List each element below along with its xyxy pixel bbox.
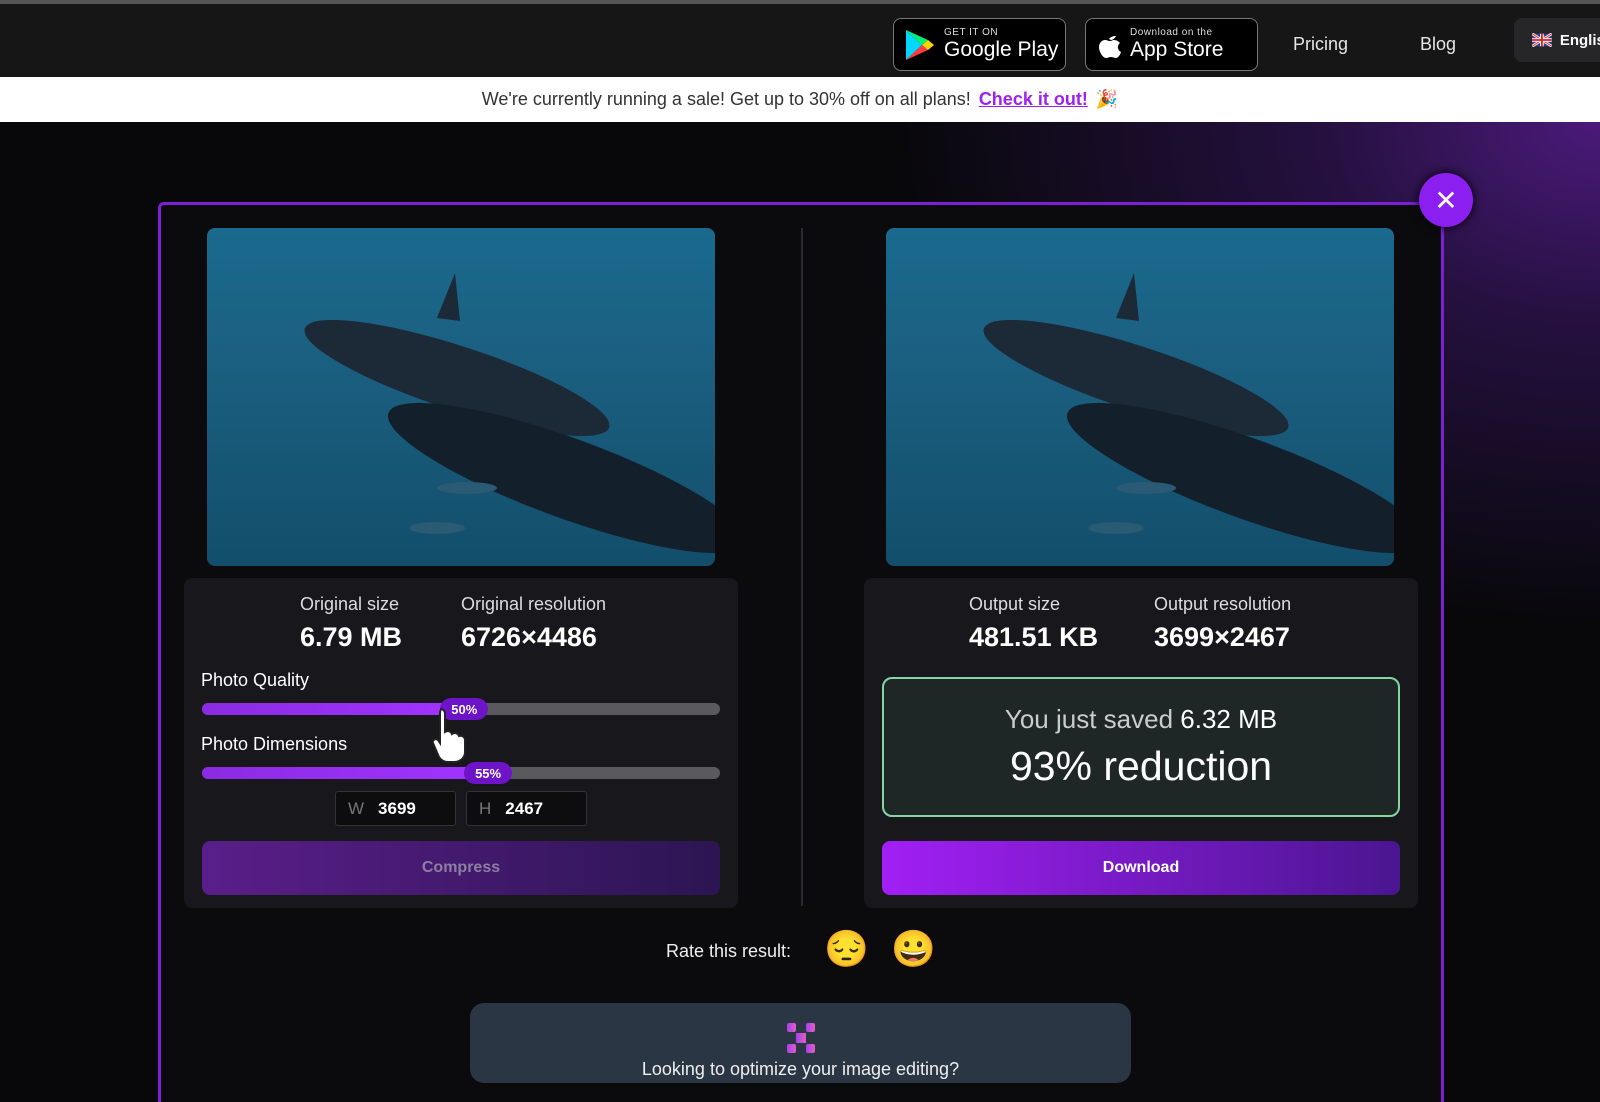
compress-button[interactable]: Compress bbox=[202, 841, 720, 895]
rate-label: Rate this result: bbox=[666, 941, 792, 961]
nav-blog[interactable]: Blog bbox=[1420, 34, 1456, 55]
divider bbox=[801, 228, 803, 906]
promo-text: Looking to optimize your image editing? bbox=[641, 1059, 960, 1079]
google-play-badge[interactable]: GET IT ON Google Play bbox=[893, 18, 1066, 71]
hand-cursor-icon bbox=[432, 708, 466, 763]
top-bar: GET IT ON Google Play Download on the App … bbox=[0, 0, 1600, 77]
photo-dimensions-slider[interactable]: 55% bbox=[202, 762, 720, 784]
output-size-label: Output size bbox=[969, 594, 1061, 614]
photo-quality-label: Photo Quality bbox=[201, 670, 310, 690]
brand-logo-icon bbox=[787, 1023, 815, 1053]
language-selector[interactable]: English bbox=[1514, 18, 1600, 62]
reduction-text: 93% reduction bbox=[1009, 743, 1273, 789]
nav-pricing[interactable]: Pricing bbox=[1293, 34, 1348, 55]
original-resolution-value: 6726×4486 bbox=[461, 622, 597, 652]
saved-prefix: You just saved bbox=[1004, 704, 1174, 734]
happy-face-icon[interactable]: 😀 bbox=[891, 928, 936, 970]
promo-card: Looking to optimize your image editing? bbox=[470, 1003, 1131, 1083]
height-input[interactable]: H 2467 bbox=[466, 791, 587, 826]
sale-banner: We're currently running a sale! Get up t… bbox=[0, 77, 1600, 122]
output-resolution-value: 3699×2467 bbox=[1154, 622, 1290, 652]
output-size-value: 481.51 KB bbox=[969, 622, 1099, 652]
uk-flag-icon bbox=[1532, 33, 1552, 47]
slider-thumb[interactable]: 55% bbox=[464, 762, 513, 784]
savings-box: You just saved 6.32 MB 93% reduction bbox=[882, 677, 1400, 817]
app-store-badge[interactable]: Download on the App Store bbox=[1085, 18, 1258, 71]
apple-icon bbox=[1099, 35, 1121, 58]
output-resolution-label: Output resolution bbox=[1154, 594, 1292, 614]
photo-dimensions-label: Photo Dimensions bbox=[201, 734, 348, 754]
sale-link[interactable]: Check it out! bbox=[979, 89, 1088, 110]
party-icon: 🎉 bbox=[1095, 89, 1119, 109]
original-size-value: 6.79 MB bbox=[300, 622, 403, 652]
download-button[interactable]: Download bbox=[882, 841, 1400, 895]
original-resolution-label: Original resolution bbox=[461, 594, 607, 614]
slider-fill bbox=[202, 703, 465, 715]
original-image bbox=[207, 228, 715, 566]
language-label: English bbox=[1559, 31, 1600, 49]
sale-text: We're currently running a sale! Get up t… bbox=[481, 89, 971, 109]
slider-fill bbox=[202, 767, 489, 779]
output-image bbox=[886, 228, 1394, 566]
close-button[interactable]: ✕ bbox=[1419, 173, 1473, 227]
width-input[interactable]: W 3699 bbox=[335, 791, 456, 826]
sad-face-icon[interactable]: 😔 bbox=[824, 928, 869, 970]
google-play-icon bbox=[906, 29, 934, 60]
original-size-label: Original size bbox=[300, 594, 400, 614]
close-icon: ✕ bbox=[1434, 184, 1458, 216]
saved-amount: 6.32 MB bbox=[1180, 704, 1278, 734]
